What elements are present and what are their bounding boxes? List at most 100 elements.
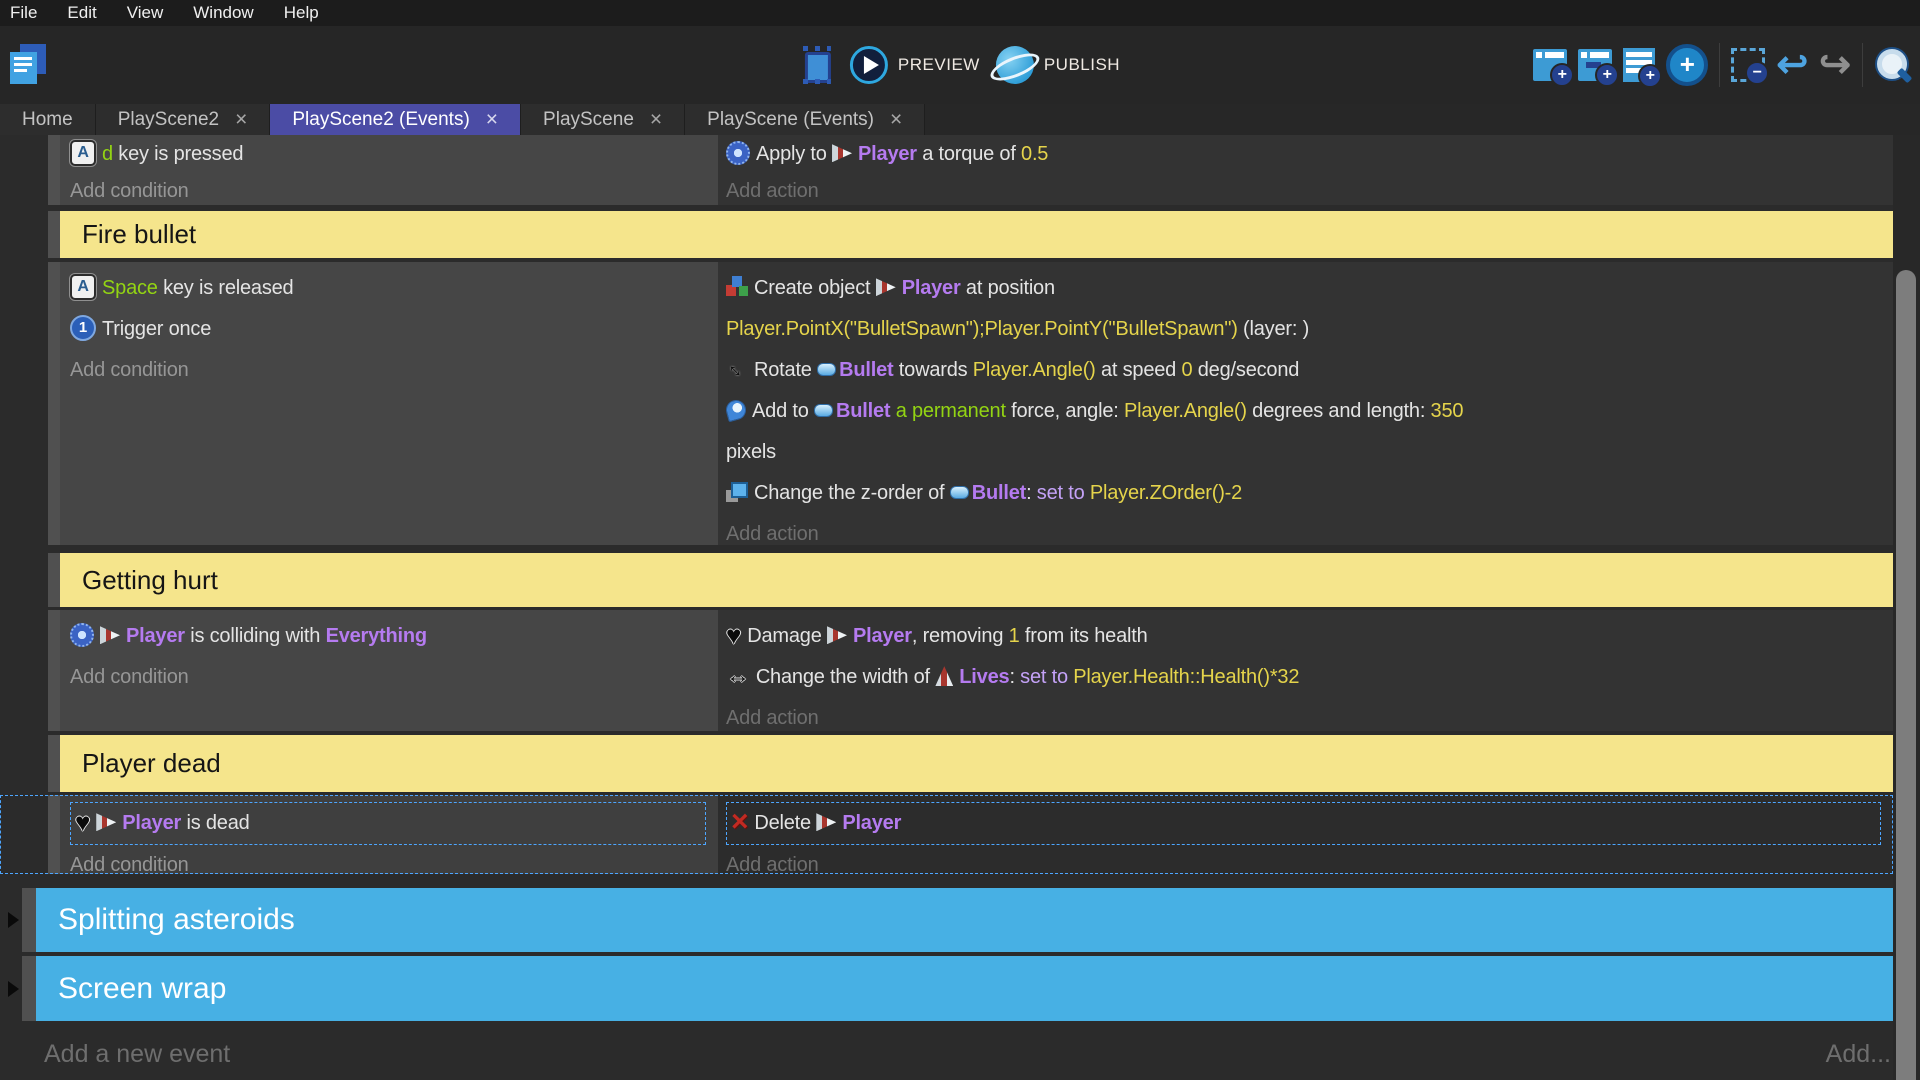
group-label: Screen wrap [58, 972, 226, 1006]
add-action-button[interactable]: Add action [726, 514, 1881, 545]
condition-line[interactable]: Ad key is pressed [70, 136, 706, 173]
add-event-icon[interactable]: + [1533, 49, 1567, 81]
add-action-button[interactable]: Add action [726, 845, 1881, 874]
menu-item-edit[interactable]: Edit [67, 3, 96, 23]
add-condition-button[interactable]: Add condition [70, 845, 706, 874]
text-segment: Bullet [972, 482, 1026, 504]
close-icon[interactable]: × [235, 109, 247, 130]
remove-selection-icon[interactable]: − [1731, 48, 1765, 82]
comment-label: Player dead [82, 748, 221, 779]
text-segment: Player [842, 812, 901, 834]
add-more-button[interactable]: Add... [1826, 1040, 1891, 1069]
close-icon[interactable]: × [650, 109, 662, 130]
row-handle[interactable] [48, 735, 60, 792]
comment-text[interactable]: Fire bullet [60, 211, 1893, 258]
text-segment: 0 [1181, 359, 1192, 381]
text-segment: : [1026, 482, 1037, 504]
condition-line[interactable]: 1Trigger once [70, 309, 706, 350]
collapse-arrow-icon[interactable] [8, 912, 19, 928]
row-handle[interactable] [48, 135, 60, 205]
add-new-event-button[interactable]: Add a new event [44, 1040, 230, 1069]
search-icon[interactable] [1874, 46, 1912, 84]
group-row[interactable]: Screen wrap [0, 956, 1893, 1021]
action-line[interactable]: Change the z-order of Bullet: set to Pla… [726, 473, 1881, 514]
event-row[interactable]: ASpace key is released1Trigger onceAdd c… [0, 262, 1893, 545]
tab-playscene[interactable]: PlayScene× [521, 104, 685, 135]
text-segment: Player.Health::Health()*32 [1073, 666, 1299, 688]
action-line[interactable]: ↔Rotate Bullet towards Player.Angle() at… [726, 350, 1881, 391]
lives-rocket-icon [935, 666, 953, 686]
condition-line[interactable]: Player is colliding with Everything [70, 616, 706, 657]
action-line[interactable]: ♥Damage Player, removing 1 from its heal… [726, 616, 1881, 657]
text-segment: Everything [326, 625, 427, 647]
add-condition-button[interactable]: Add condition [70, 657, 706, 698]
text-segment: : [1009, 666, 1020, 688]
menu-item-window[interactable]: Window [193, 3, 253, 23]
tab-playscene2[interactable]: PlayScene2× [96, 104, 271, 135]
action-line[interactable]: Apply to Player a torque of 0.5 [726, 136, 1881, 173]
vertical-scrollbar[interactable] [1893, 135, 1920, 1080]
add-condition-button[interactable]: Add condition [70, 173, 706, 205]
add-subevent-icon[interactable]: + [1578, 49, 1612, 81]
conditions-cell: Ad key is pressedAdd condition [60, 135, 718, 205]
event-row[interactable]: Player is colliding with EverythingAdd c… [0, 610, 1893, 731]
add-condition-button[interactable]: Add condition [70, 350, 706, 391]
collapse-arrow-icon[interactable] [8, 981, 19, 997]
text-segment: key is released [158, 277, 294, 299]
row-handle[interactable] [48, 610, 60, 731]
group-title[interactable]: Splitting asteroids [36, 888, 1893, 952]
selected-conditions: ♥Player is dead [70, 802, 706, 845]
text-segment: set to [1020, 666, 1073, 688]
debug-icon[interactable] [800, 46, 834, 84]
text-segment: force, angle: [1006, 400, 1124, 422]
close-icon[interactable]: × [890, 109, 902, 130]
row-handle[interactable] [48, 211, 60, 258]
group-row[interactable]: Splitting asteroids [0, 888, 1893, 952]
player-ship-icon [100, 626, 120, 644]
preview-button[interactable]: PREVIEW [850, 46, 980, 84]
menu-item-help[interactable]: Help [284, 3, 319, 23]
condition-line[interactable]: ASpace key is released [70, 268, 706, 309]
comment-row[interactable]: Player dead [0, 735, 1893, 792]
tab-home[interactable]: Home [0, 104, 96, 135]
player-ship-icon [816, 813, 836, 831]
action-line[interactable]: Add to Bullet a permanent force, angle: … [726, 391, 1881, 473]
project-manager-icon[interactable] [8, 44, 48, 86]
comment-row[interactable]: Getting hurt [0, 553, 1893, 607]
tab-playscene2-events-[interactable]: PlayScene2 (Events)× [270, 104, 521, 135]
row-handle[interactable] [48, 262, 60, 545]
z-order-icon [726, 482, 748, 502]
comment-row[interactable]: Fire bullet [0, 211, 1893, 258]
row-handle[interactable] [48, 553, 60, 607]
player-ship-icon [827, 626, 847, 644]
close-icon[interactable]: × [486, 109, 498, 130]
redo-icon[interactable]: ↪ [1819, 45, 1851, 85]
menu-item-file[interactable]: File [10, 3, 37, 23]
text-segment: Rotate [754, 359, 817, 381]
event-row[interactable]: ♥Player is deadAdd condition ×Delete Play… [0, 795, 1893, 874]
condition-line[interactable]: ♥Player is dead [75, 803, 701, 844]
text-segment: Bullet [836, 400, 890, 422]
menu-item-view[interactable]: View [127, 3, 164, 23]
group-title[interactable]: Screen wrap [36, 956, 1893, 1021]
comment-text[interactable]: Getting hurt [60, 553, 1893, 607]
action-line[interactable]: ↔Change the width of Lives: set to Playe… [726, 657, 1881, 698]
event-row[interactable]: Ad key is pressedAdd conditionApply to P… [0, 135, 1893, 205]
comment-text[interactable]: Player dead [60, 735, 1893, 792]
publish-button[interactable]: PUBLISH [996, 46, 1120, 84]
actions-cell: Create object Player at position Player.… [718, 262, 1893, 545]
add-comment-icon[interactable]: + [1623, 48, 1655, 82]
row-handle[interactable] [22, 888, 36, 952]
action-line[interactable]: ×Delete Player [731, 803, 1876, 844]
action-line[interactable]: Create object Player at position Player.… [726, 268, 1881, 350]
add-action-button[interactable]: Add action [726, 173, 1881, 205]
add-action-button[interactable]: Add action [726, 698, 1881, 731]
text-segment: degrees and length: [1247, 400, 1431, 422]
health-heart-icon: ♥ [726, 624, 741, 646]
row-handle[interactable] [48, 795, 60, 874]
tab-playscene-events-[interactable]: PlayScene (Events)× [685, 104, 925, 135]
undo-icon[interactable]: ↩ [1776, 45, 1808, 85]
scrollbar-thumb[interactable] [1896, 270, 1916, 1080]
row-handle[interactable] [22, 956, 36, 1021]
add-circle-icon[interactable]: + [1666, 44, 1708, 86]
